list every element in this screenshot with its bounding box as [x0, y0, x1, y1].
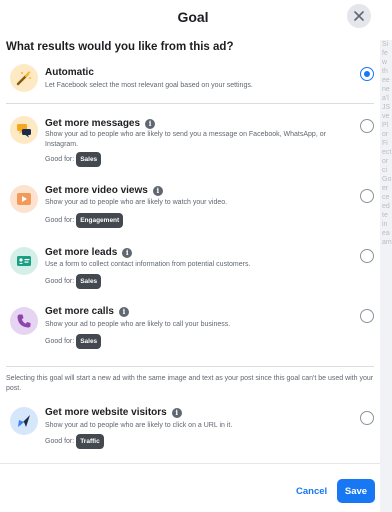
goal-badge: Traffic	[76, 434, 104, 449]
goal-option-website-visitors[interactable]: Get more website visitors i Show your ad…	[0, 404, 380, 454]
goal-option-automatic[interactable]: Automatic Let Facebook select the most r…	[0, 60, 380, 100]
save-button[interactable]: Save	[337, 479, 375, 503]
option-title: Get more leads i	[45, 247, 133, 258]
info-icon[interactable]: i	[122, 247, 133, 258]
option-description: Use a form to collect contact informatio…	[45, 261, 251, 268]
goal-notice: Selecting this goal will start a new ad …	[6, 375, 374, 392]
footer-divider	[0, 463, 380, 464]
option-title-text: Get more leads	[45, 247, 118, 258]
option-title: Get more website visitors i	[45, 407, 182, 418]
option-description: Show your ad to people who are likely to…	[45, 199, 228, 206]
good-for-label: Good for:	[45, 338, 75, 345]
background-page: Si fe w th ee ne a'l JS ve Pl or Fi ect or ci Go er ce ed t…	[380, 40, 392, 512]
option-title: Automatic	[45, 67, 94, 78]
info-icon[interactable]: i	[171, 407, 182, 418]
option-title-text: Get more messages	[45, 118, 141, 129]
cancel-button[interactable]: Cancel	[290, 481, 333, 501]
radio-messages[interactable]	[360, 119, 374, 133]
good-for: Good for: Engagement	[45, 213, 124, 228]
option-description: Show your ad to people who are likely to…	[45, 422, 233, 429]
option-description: Show your ad to people who are likely to…	[45, 131, 326, 148]
option-description: Let Facebook select the most relevant go…	[45, 82, 253, 89]
goal-option-calls[interactable]: Get more calls i Show your ad to people …	[0, 304, 380, 354]
good-for: Good for: Sales	[45, 274, 102, 289]
option-description: Show your ad to people who are likely to…	[45, 321, 231, 328]
cursor-icon	[10, 407, 38, 435]
goal-dialog: Goal What results would you like from th…	[0, 0, 380, 512]
goal-option-messages[interactable]: Get more messages i Show your ad to peop…	[0, 112, 380, 172]
radio-website-visitors[interactable]	[360, 411, 374, 425]
divider	[6, 366, 374, 367]
goal-question: What results would you like from this ad…	[6, 41, 234, 53]
radio-video-views[interactable]	[360, 189, 374, 203]
dialog-header: Goal	[0, 0, 380, 33]
goal-option-leads[interactable]: Get more leads i Use a form to collect c…	[0, 244, 380, 294]
phone-icon	[10, 307, 38, 335]
radio-leads[interactable]	[360, 249, 374, 263]
messages-icon	[10, 116, 38, 144]
info-icon[interactable]: i	[145, 118, 156, 129]
option-title: Get more video views i	[45, 185, 163, 196]
good-for-label: Good for:	[45, 156, 75, 163]
close-button[interactable]	[347, 4, 371, 28]
option-title-text: Automatic	[45, 67, 94, 78]
magic-wand-icon	[10, 64, 38, 92]
good-for: Good for: Traffic	[45, 434, 104, 449]
radio-automatic[interactable]	[360, 67, 374, 81]
option-title-text: Get more calls	[45, 306, 114, 317]
lead-form-icon	[10, 247, 38, 275]
goal-badge: Engagement	[76, 213, 124, 228]
info-icon[interactable]: i	[118, 306, 129, 317]
dialog-title: Goal	[177, 8, 209, 25]
good-for-label: Good for:	[45, 278, 75, 285]
goal-badge: Sales	[76, 152, 102, 167]
info-icon[interactable]: i	[152, 185, 163, 196]
good-for: Good for: Sales	[45, 152, 102, 167]
good-for-label: Good for:	[45, 217, 75, 224]
option-title-text: Get more video views	[45, 185, 148, 196]
goal-badge: Sales	[76, 274, 102, 289]
goal-badge: Sales	[76, 334, 102, 349]
option-title-text: Get more website visitors	[45, 407, 167, 418]
close-icon	[354, 11, 364, 21]
good-for-label: Good for:	[45, 438, 75, 445]
option-title: Get more messages i	[45, 118, 156, 129]
option-title: Get more calls i	[45, 306, 129, 317]
divider	[6, 103, 374, 104]
video-icon	[10, 185, 38, 213]
good-for: Good for: Sales	[45, 334, 102, 349]
radio-calls[interactable]	[360, 309, 374, 323]
goal-option-video-views[interactable]: Get more video views i Show your ad to p…	[0, 182, 380, 232]
